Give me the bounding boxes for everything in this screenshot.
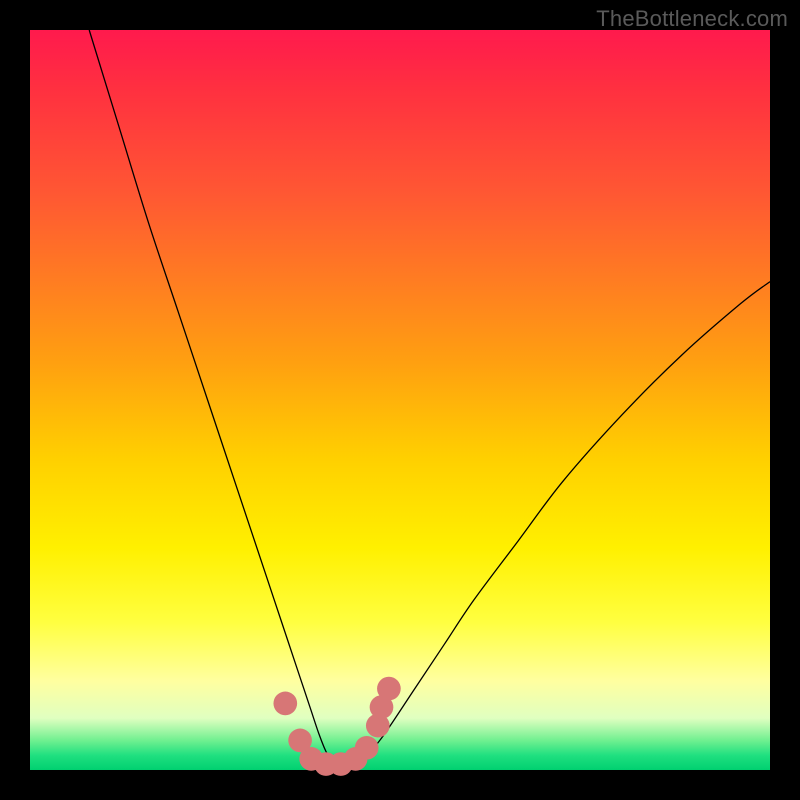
chart-stage: TheBottleneck.com — [0, 0, 800, 800]
chart-svg — [30, 30, 770, 770]
watermark-text: TheBottleneck.com — [596, 6, 788, 32]
highlight-dot — [355, 736, 379, 760]
highlight-dots-group — [273, 677, 400, 776]
highlight-dot — [377, 677, 401, 701]
highlight-dot — [273, 692, 297, 716]
bottleneck-curve-path — [89, 30, 770, 767]
